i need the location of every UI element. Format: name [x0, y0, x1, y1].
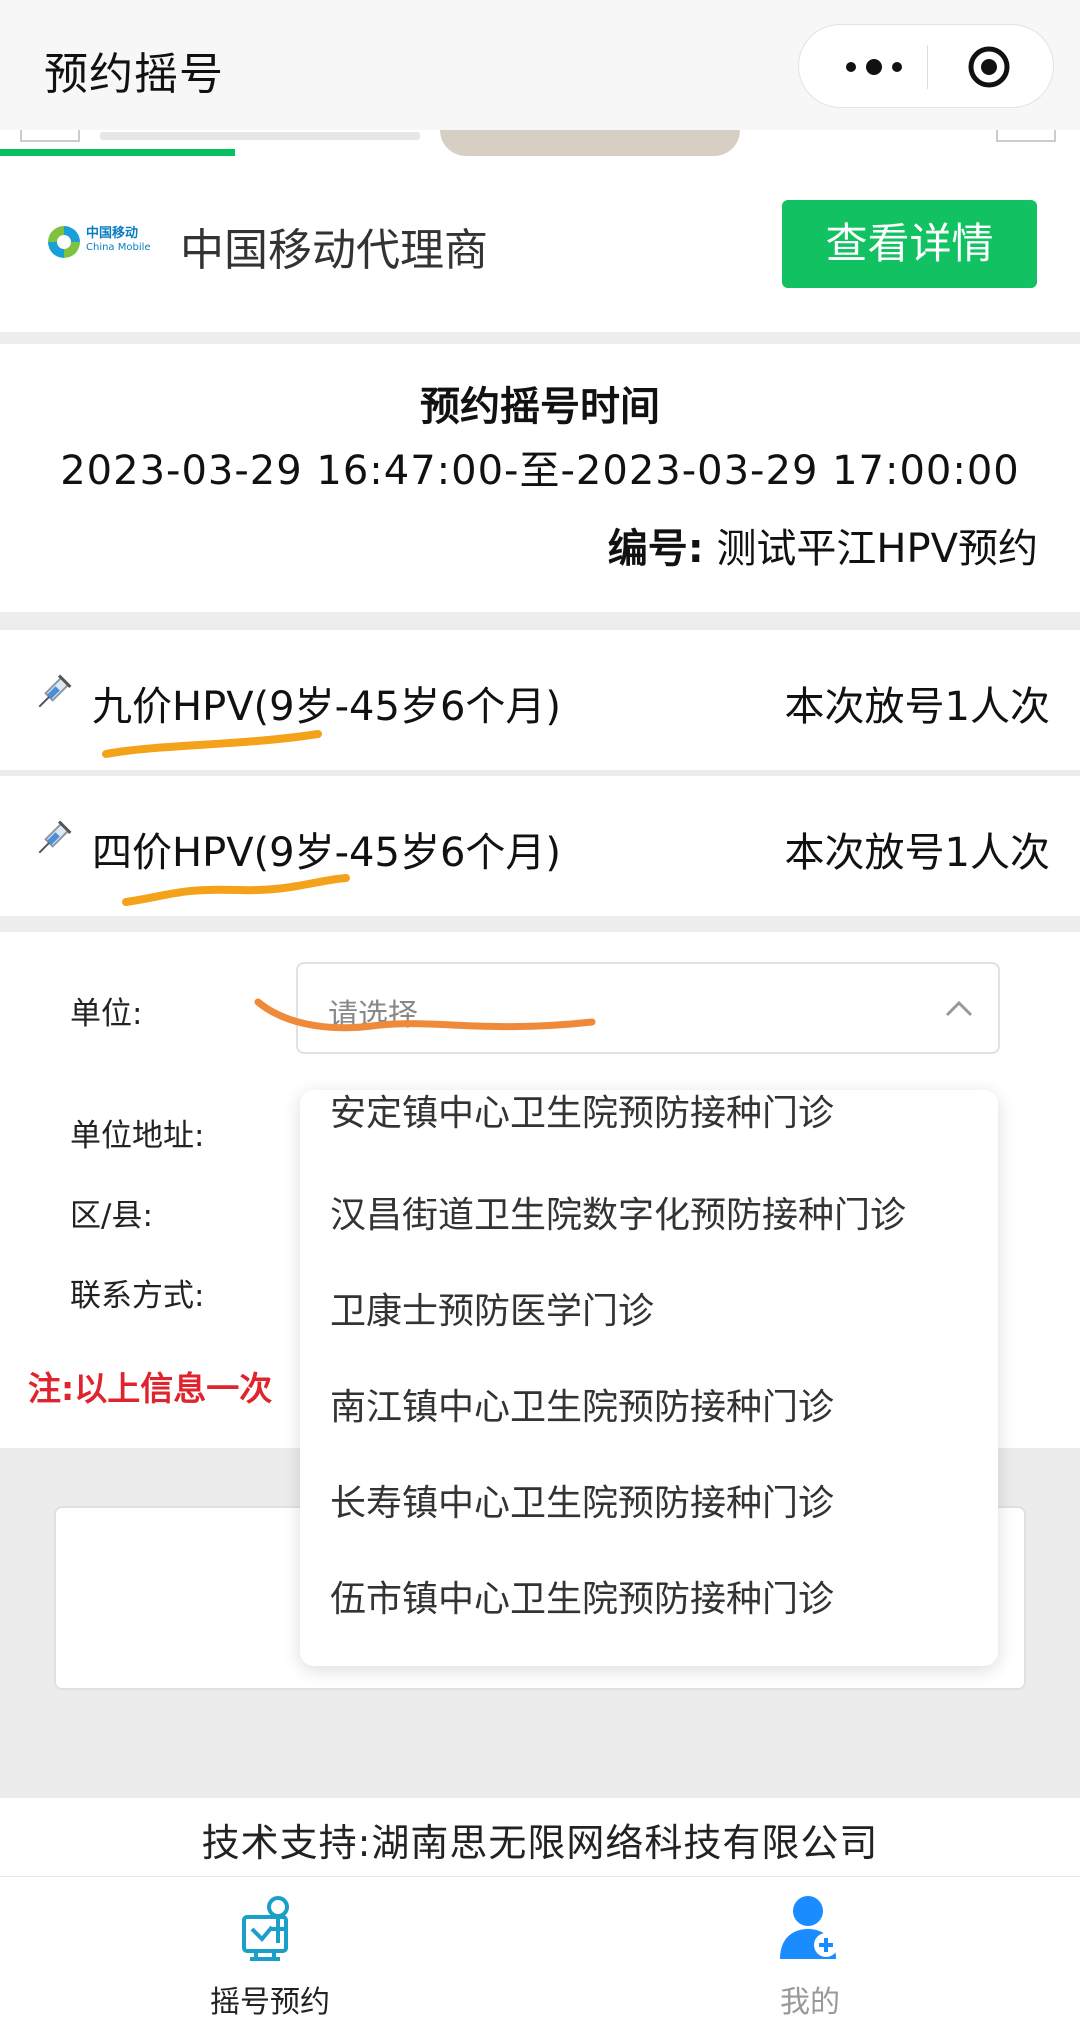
close-miniprogram-icon[interactable]	[967, 45, 1011, 89]
capsule-divider	[927, 45, 928, 89]
logo-en-text: China Mobile	[86, 242, 151, 253]
district-label: 区/县:	[70, 1198, 153, 1234]
vaccine-row: 九价HPV(9岁-45岁6个月) 本次放号1人次	[0, 630, 1080, 770]
form-note: 注:以上信息一次	[28, 1369, 273, 1408]
dropdown-option[interactable]: 南江镇中心卫生院预防接种门诊	[330, 1378, 834, 1430]
schedule-range: 2023-03-29 16:47:00-至-2023-03-29 17:00:0…	[60, 448, 1020, 494]
code-label: 编号:	[607, 526, 704, 572]
annotation-underline	[254, 998, 596, 1032]
schedule-title: 预约摇号时间	[420, 384, 660, 430]
contact-label: 联系方式:	[70, 1278, 205, 1314]
tab-lottery-reserve[interactable]: 摇号预约	[120, 1877, 420, 2042]
vaccine-row: 四价HPV(9岁-45岁6个月) 本次放号1人次	[0, 776, 1080, 916]
banner-strip	[0, 130, 1080, 156]
page: 预约摇号 中国移动 China Mobile 中国移动代理商 查看详情 预约摇号…	[0, 0, 1080, 2042]
dropdown-option[interactable]: 长寿镇中心卫生院预防接种门诊	[330, 1474, 834, 1526]
vaccine-quota: 本次放号1人次	[784, 830, 1050, 876]
lottery-reserve-icon	[242, 1896, 289, 1961]
view-details-button[interactable]: 查看详情	[782, 200, 1037, 288]
nav-bar: 预约摇号	[0, 0, 1080, 130]
carrier-card: 中国移动 China Mobile 中国移动代理商 查看详情	[0, 156, 1080, 332]
dropdown-option[interactable]: 安定镇中心卫生院预防接种门诊	[330, 1090, 834, 1136]
page-title: 预约摇号	[44, 49, 224, 100]
more-icon[interactable]	[839, 47, 909, 87]
annotation-underline	[122, 874, 350, 906]
carrier-name: 中国移动代理商	[180, 225, 488, 276]
code-value: 测试平江HPV预约	[716, 526, 1038, 572]
logo-cn-text: 中国移动	[86, 226, 139, 241]
unit-address-label: 单位地址:	[70, 1118, 205, 1154]
tab-bar: 摇号预约 我的	[0, 1876, 1080, 2042]
miniprogram-capsule	[798, 24, 1054, 108]
dropdown-option[interactable]: 伍市镇中心卫生院预防接种门诊	[330, 1570, 834, 1622]
dropdown-option[interactable]: 汉昌街道卫生院数字化预防接种门诊	[330, 1186, 906, 1238]
banner-fragment	[996, 130, 1056, 142]
footer: 技术支持:湖南思无限网络科技有限公司	[0, 1798, 1080, 1876]
loading-progress-bar	[0, 149, 235, 156]
syringe-icon	[38, 820, 72, 854]
code-row: 编号: 测试平江HPV预约	[608, 516, 1038, 574]
tab-mine[interactable]: 我的	[660, 1877, 960, 2042]
schedule-card: 预约摇号时间 2023-03-29 16:47:00-至-2023-03-29 …	[0, 344, 1080, 612]
banner-image	[440, 130, 740, 156]
banner-fragment	[20, 130, 80, 142]
banner-text-fragment	[100, 132, 420, 140]
vaccine-quota: 本次放号1人次	[784, 684, 1050, 730]
china-mobile-logo: 中国移动 China Mobile	[48, 222, 152, 262]
tech-support-text: 技术支持:湖南思无限网络科技有限公司	[201, 1821, 879, 1865]
unit-dropdown: 安定镇中心卫生院预防接种门诊 汉昌街道卫生院数字化预防接种门诊 卫康士预防医学门…	[300, 1090, 998, 1666]
syringe-icon	[38, 674, 72, 708]
chevron-up-icon	[945, 1000, 973, 1017]
tab-label: 我的	[780, 1985, 840, 2020]
user-add-icon	[780, 1896, 838, 1959]
tab-label: 摇号预约	[210, 1985, 330, 2020]
china-mobile-logo-icon	[48, 226, 80, 258]
dropdown-option[interactable]: 卫康士预防医学门诊	[330, 1282, 654, 1334]
annotation-underline	[102, 730, 322, 758]
unit-label: 单位:	[70, 996, 143, 1032]
